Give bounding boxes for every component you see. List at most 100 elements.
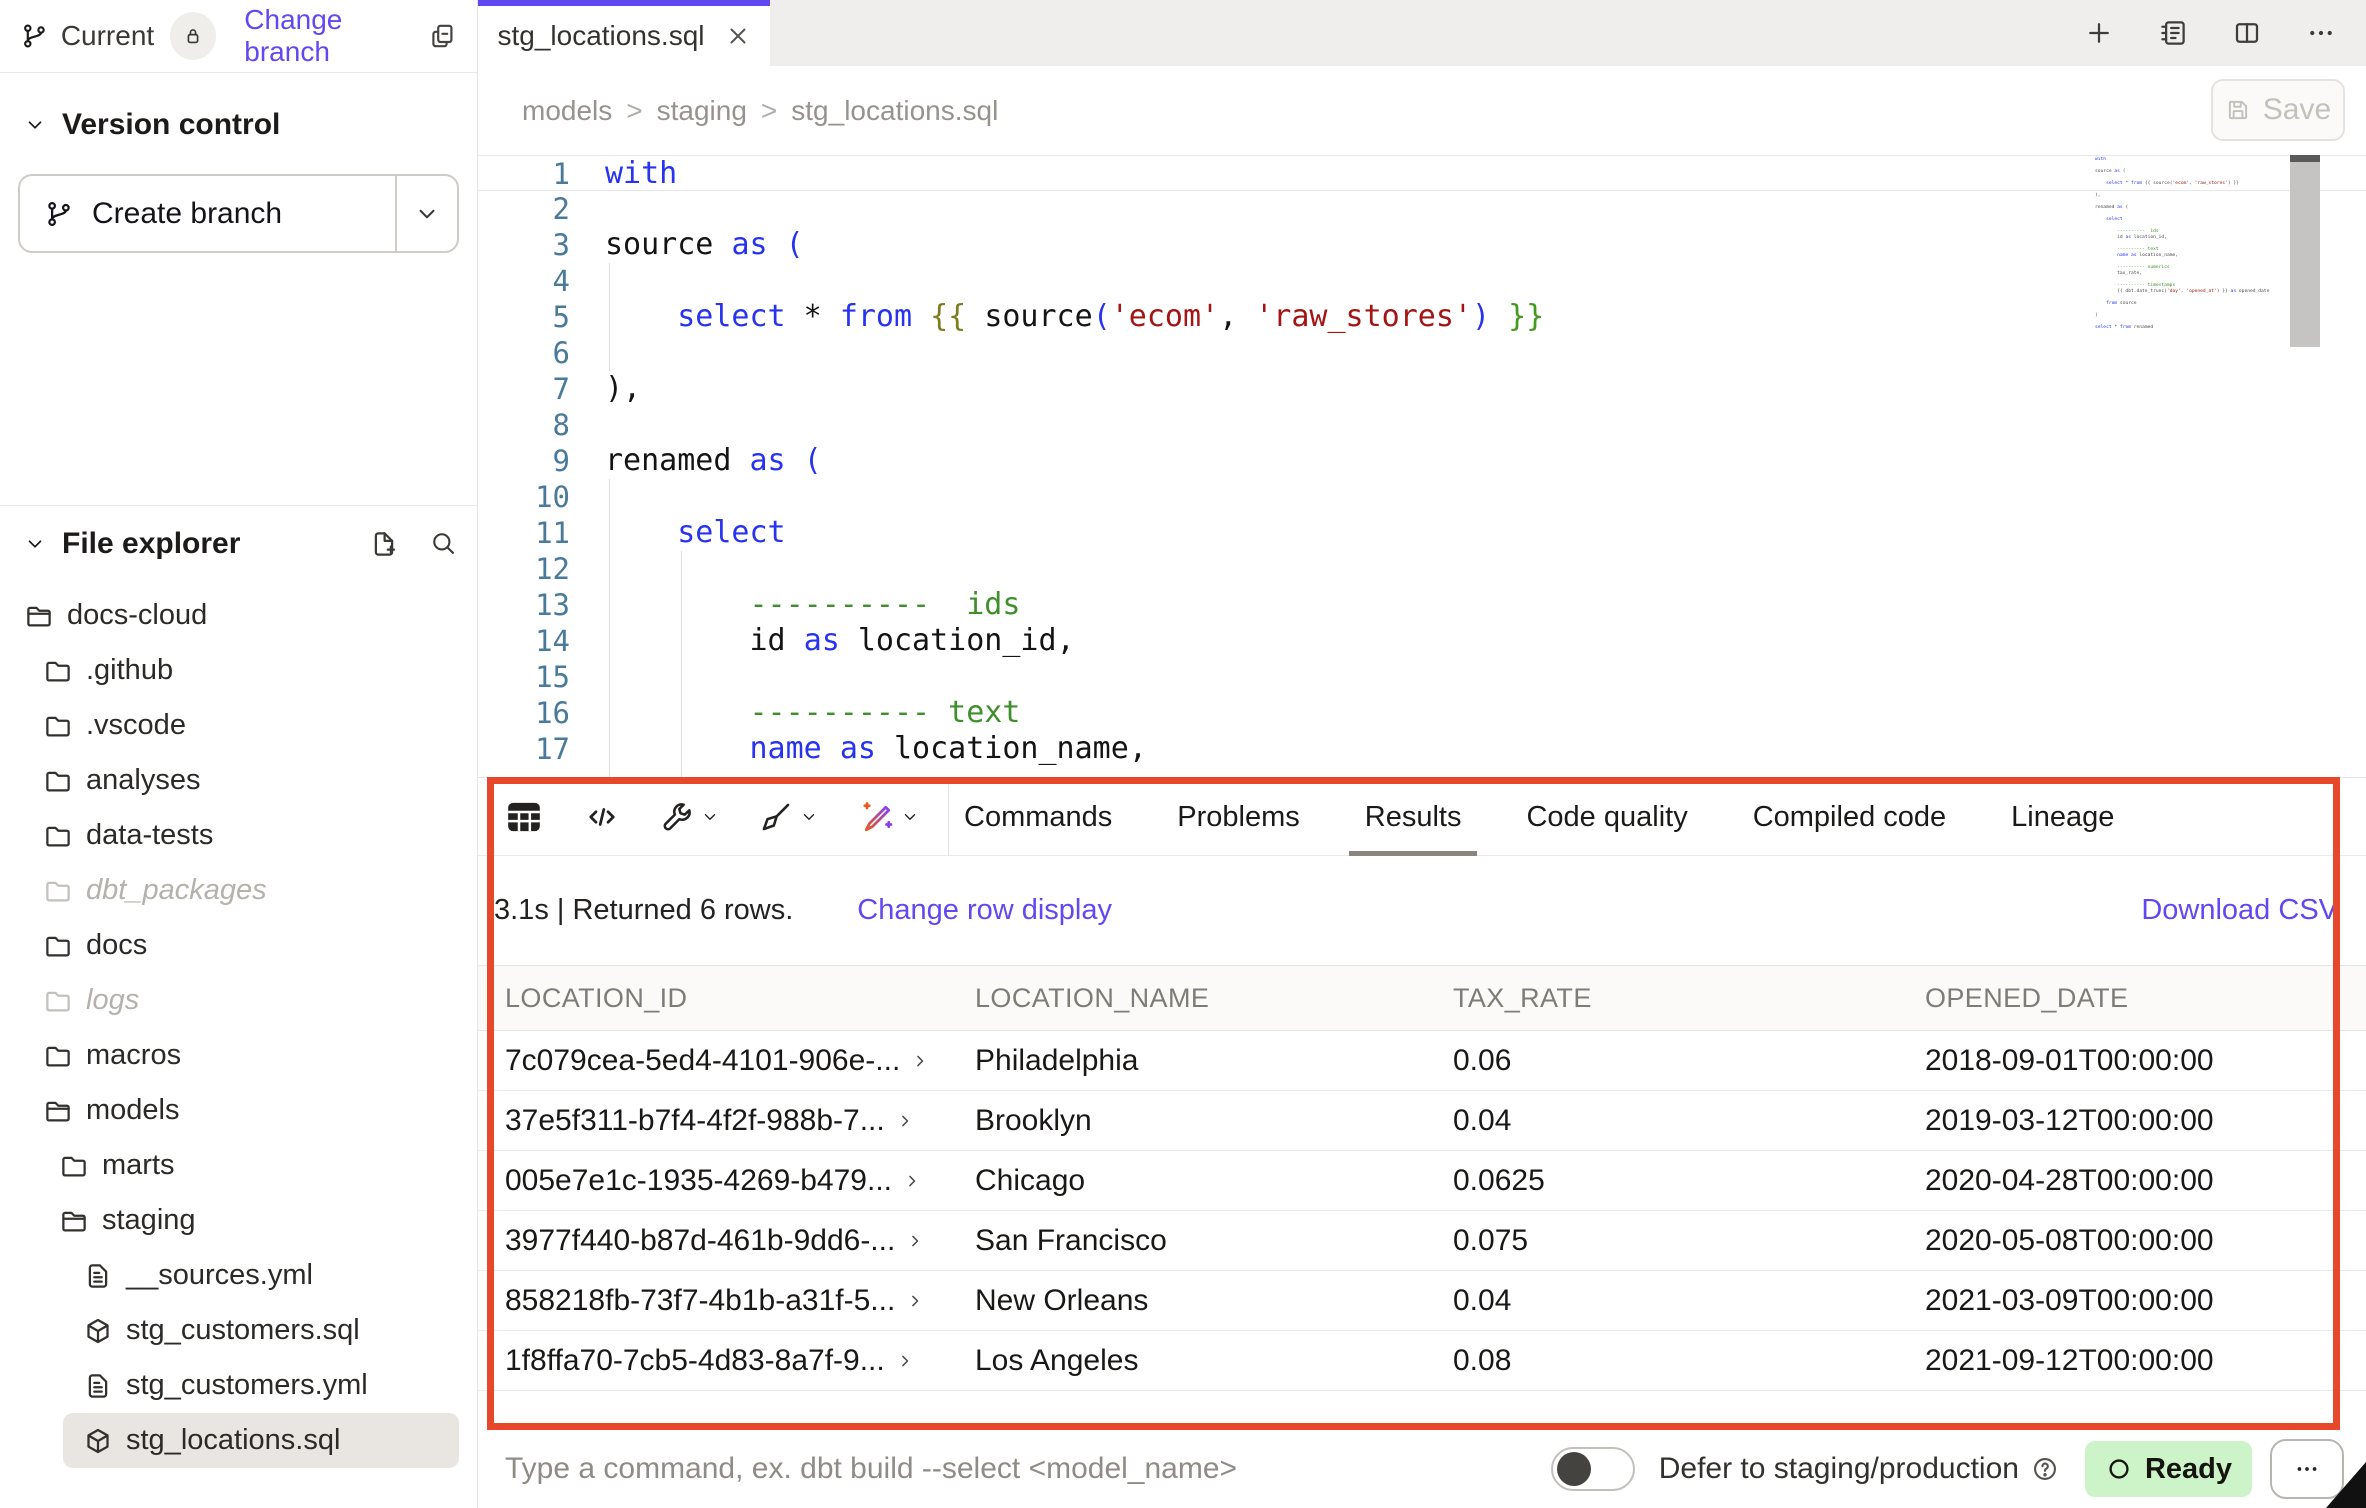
code-line-9[interactable]: 9renamed as ( — [478, 443, 2366, 479]
cell-location-name: New Orleans — [948, 1284, 1426, 1318]
table-row[interactable]: 37e5f311-b7f4-4f2f-988b-7...Brooklyn0.04… — [478, 1091, 2366, 1151]
table-row[interactable]: 005e7e1c-1935-4269-b479...Chicago0.06252… — [478, 1151, 2366, 1211]
file-tree-item-docs-cloud[interactable]: docs-cloud — [24, 588, 477, 643]
file-tree-item-staging[interactable]: staging — [59, 1193, 477, 1248]
code-line-6[interactable]: 6 — [478, 335, 2366, 371]
code-line-10[interactable]: 10 — [478, 479, 2366, 515]
results-column-header-opened-date[interactable]: OPENED_DATE — [1898, 983, 2366, 1014]
cell-tax-rate: 0.075 — [1426, 1224, 1898, 1258]
row-expander-icon[interactable] — [905, 1231, 925, 1251]
file-tree-item-logs[interactable]: logs — [43, 973, 477, 1028]
file-explorer-header[interactable]: File explorer — [0, 506, 477, 566]
split-view-icon[interactable] — [2232, 18, 2262, 48]
scrollbar-thumb[interactable] — [2290, 155, 2320, 347]
download-csv-link[interactable]: Download CSV — [2141, 894, 2338, 927]
create-branch-button[interactable]: Create branch — [20, 176, 395, 251]
row-expander-icon[interactable] — [902, 1171, 922, 1191]
row-expander-icon[interactable] — [895, 1351, 915, 1371]
version-control-header[interactable]: Version control — [18, 103, 459, 147]
format-menu-button[interactable] — [759, 800, 818, 834]
question-icon[interactable] — [2031, 1455, 2059, 1483]
notebook-icon[interactable] — [2158, 18, 2188, 48]
change-row-display-link[interactable]: Change row display — [857, 894, 1112, 927]
file-tree-item-docs[interactable]: docs — [43, 918, 477, 973]
editor-header: models>staging>stg_locations.sql Save — [478, 66, 2366, 155]
close-icon[interactable] — [725, 23, 751, 49]
code-line-17[interactable]: 17 name as location_name, — [478, 731, 2366, 767]
table-row[interactable]: 3977f440-b87d-461b-9dd6-...San Francisco… — [478, 1211, 2366, 1271]
build-menu-button[interactable] — [660, 800, 719, 834]
file-tree-item-data-tests[interactable]: data-tests — [43, 808, 477, 863]
create-branch-dropdown[interactable] — [395, 176, 457, 251]
ellipsis-icon[interactable] — [2306, 18, 2336, 48]
code-line-13[interactable]: 13 ---------- ids — [478, 587, 2366, 623]
results-column-header-location-name[interactable]: LOCATION_NAME — [948, 983, 1426, 1014]
file-tree-item-stg-locations-sql[interactable]: stg_locations.sql — [63, 1413, 459, 1468]
code-line-7[interactable]: 7), — [478, 371, 2366, 407]
panel-tab-compiled-code[interactable]: Compiled code — [1737, 778, 1962, 856]
table-row[interactable]: 7c079cea-5ed4-4101-906e-...Philadelphia0… — [478, 1031, 2366, 1091]
folder-icon — [43, 711, 73, 741]
breadcrumb-item-models[interactable]: models — [522, 95, 612, 127]
defer-toggle[interactable] — [1551, 1447, 1635, 1491]
editor-scrollbar[interactable] — [2290, 155, 2320, 777]
table-view-button[interactable] — [504, 797, 544, 837]
code-line-12[interactable]: 12 — [478, 551, 2366, 587]
code-line-11[interactable]: 11 select — [478, 515, 2366, 551]
status-circle-icon — [2105, 1455, 2133, 1483]
row-expander-icon[interactable] — [905, 1291, 925, 1311]
file-tree-item-github[interactable]: .github — [43, 643, 477, 698]
panel-tab-lineage[interactable]: Lineage — [1995, 778, 2130, 856]
save-button[interactable]: Save — [2211, 79, 2345, 141]
editor-tab-stg-locations[interactable]: stg_locations.sql — [478, 0, 770, 66]
code-line-2[interactable]: 2 — [478, 191, 2366, 227]
file-explorer-actions — [369, 529, 457, 559]
panel-tab-commands[interactable]: Commands — [948, 778, 1128, 856]
file-tree-item-sources-yml[interactable]: __sources.yml — [83, 1248, 477, 1303]
row-expander-icon[interactable] — [895, 1111, 915, 1131]
row-expander-icon[interactable] — [910, 1051, 930, 1071]
code-line-1[interactable]: 1with — [478, 155, 2366, 191]
code-editor[interactable]: 1with23source as (45 select * from {{ so… — [478, 155, 2366, 777]
file-tree-item-dbt-packages[interactable]: dbt_packages — [43, 863, 477, 918]
editor-tab-title: stg_locations.sql — [497, 20, 704, 52]
minimap[interactable]: with source as ( select * from {{ source… — [2095, 157, 2285, 357]
table-row[interactable]: 858218fb-73f7-4b1b-a31f-5...New Orleans0… — [478, 1271, 2366, 1331]
table-row[interactable]: 1f8ffa70-7cb5-4d83-8a7f-9...Los Angeles0… — [478, 1331, 2366, 1391]
code-line-15[interactable]: 15 — [478, 659, 2366, 695]
code-line-14[interactable]: 14 id as location_id, — [478, 623, 2366, 659]
panel-tab-results[interactable]: Results — [1349, 778, 1478, 856]
change-branch-link[interactable]: Change branch — [244, 4, 428, 68]
file-tree-item-models[interactable]: models — [43, 1083, 477, 1138]
breadcrumb-item-staging[interactable]: staging — [657, 95, 747, 127]
results-header-row: LOCATION_IDLOCATION_NAMETAX_RATEOPENED_D… — [478, 965, 2366, 1031]
copy-icon[interactable] — [428, 21, 457, 51]
code-line-content: select — [605, 515, 786, 551]
ai-assist-menu-button[interactable] — [858, 799, 919, 835]
plus-icon[interactable] — [2084, 18, 2114, 48]
panel-tab-problems[interactable]: Problems — [1161, 778, 1316, 856]
results-column-header-tax-rate[interactable]: TAX_RATE — [1426, 983, 1898, 1014]
more-options-button[interactable] — [2270, 1439, 2344, 1499]
command-input[interactable] — [505, 1452, 1551, 1486]
sql-preview-button[interactable] — [584, 799, 620, 835]
file-tree-item-analyses[interactable]: analyses — [43, 753, 477, 808]
code-line-8[interactable]: 8 — [478, 407, 2366, 443]
file-doc-icon — [83, 1371, 113, 1401]
code-line-5[interactable]: 5 select * from {{ source('ecom', 'raw_s… — [478, 299, 2366, 335]
breadcrumb-item-stg-locations-sql[interactable]: stg_locations.sql — [791, 95, 998, 127]
file-tree-item-marts[interactable]: marts — [59, 1138, 477, 1193]
code-line-16[interactable]: 16 ---------- text — [478, 695, 2366, 731]
new-file-icon[interactable] — [369, 529, 399, 559]
file-tree-item-macros[interactable]: macros — [43, 1028, 477, 1083]
panel-tab-code-quality[interactable]: Code quality — [1510, 778, 1703, 856]
search-icon[interactable] — [429, 529, 457, 557]
file-tree-item-vscode[interactable]: .vscode — [43, 698, 477, 753]
code-line-4[interactable]: 4 — [478, 263, 2366, 299]
version-control-title: Version control — [62, 108, 280, 142]
file-tree-item-stg-customers-yml[interactable]: stg_customers.yml — [83, 1358, 477, 1413]
file-tree-item-stg-customers-sql[interactable]: stg_customers.sql — [83, 1303, 477, 1358]
code-line-3[interactable]: 3source as ( — [478, 227, 2366, 263]
results-column-header-location-id[interactable]: LOCATION_ID — [478, 983, 948, 1014]
line-number: 15 — [478, 659, 570, 695]
